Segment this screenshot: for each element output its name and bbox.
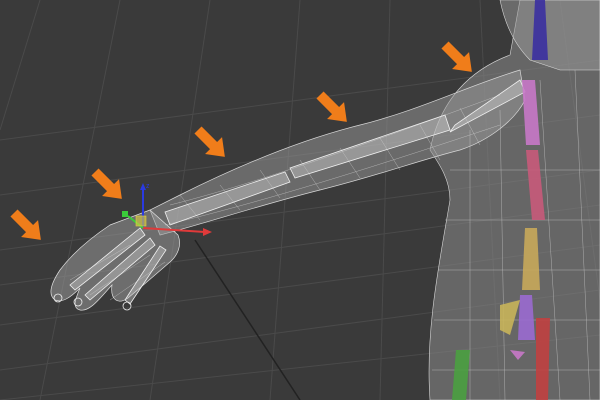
spine-bone-4 bbox=[522, 228, 540, 290]
spine-bone-7 bbox=[536, 318, 550, 400]
arrow-icon bbox=[194, 126, 225, 157]
arrow-icon bbox=[91, 168, 122, 199]
arrow-icon bbox=[441, 41, 472, 72]
arrow-icon bbox=[10, 209, 41, 240]
scene-canvas[interactable]: z bbox=[0, 0, 600, 400]
svg-text:z: z bbox=[146, 183, 150, 190]
character-mesh[interactable] bbox=[50, 0, 600, 400]
3d-viewport[interactable]: z bbox=[0, 0, 600, 400]
